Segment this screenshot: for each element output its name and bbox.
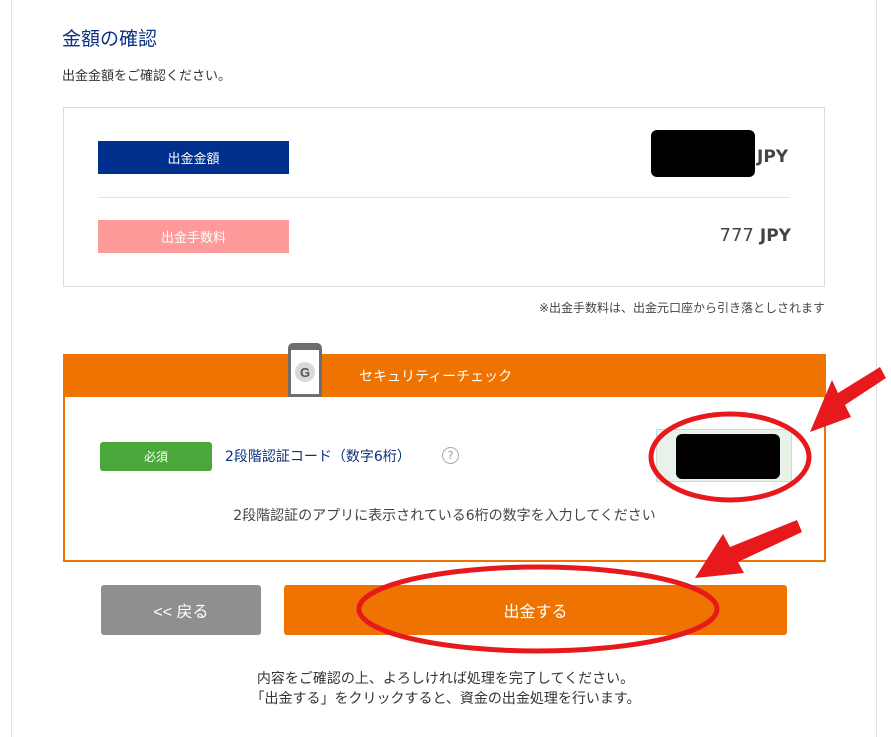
page-subtitle: 出金金額をご確認ください。 <box>62 69 232 84</box>
smartphone-authenticator-icon: G <box>288 343 322 403</box>
page-title: 金額の確認 <box>62 28 158 50</box>
help-icon[interactable]: ? <box>442 447 459 464</box>
required-badge: 必須 <box>100 442 212 471</box>
footer-line-1: 内容をご確認の上、よろしければ処理を完了してください。 <box>256 671 635 687</box>
amount-divider <box>98 197 790 198</box>
withdrawal-amount-unit: JPY <box>757 147 789 167</box>
fee-note: ※出金手数料は、出金元口座から引き落としされます <box>538 301 825 315</box>
withdrawal-amount-label: 出金金額 <box>98 141 289 174</box>
withdrawal-fee-label: 出金手数料 <box>98 220 289 253</box>
two-factor-code-redacted <box>676 434 780 479</box>
footer-note: 内容をご確認の上、よろしければ処理を完了してください。 「出金する」をクリックす… <box>0 669 891 709</box>
security-check-body: 必須 2段階認証コード（数字6桁） ? 2段階認証のアプリに表示されている6桁の… <box>63 397 826 562</box>
fee-amount: 777 <box>719 225 754 246</box>
fee-unit: JPY <box>759 226 791 246</box>
withdrawal-amount-redacted <box>651 130 755 177</box>
two-factor-instruction: 2段階認証のアプリに表示されている6桁の数字を入力してください <box>233 508 656 524</box>
authenticator-letter: G <box>300 365 310 380</box>
two-factor-code-label: 2段階認証コード（数字6桁） <box>225 449 411 465</box>
amount-summary-box: 出金金額 JPY 出金手数料 777 JPY <box>63 107 825 287</box>
withdraw-button[interactable]: 出金する <box>284 585 787 635</box>
back-button[interactable]: << 戻る <box>101 585 261 635</box>
withdrawal-fee-value: 777 JPY <box>720 225 791 246</box>
security-check-title: セキュリティーチェック <box>359 369 513 385</box>
footer-line-2: 「出金する」をクリックすると、資金の出金処理を行います。 <box>250 691 641 707</box>
security-check-header: G セキュリティーチェック <box>63 343 826 403</box>
